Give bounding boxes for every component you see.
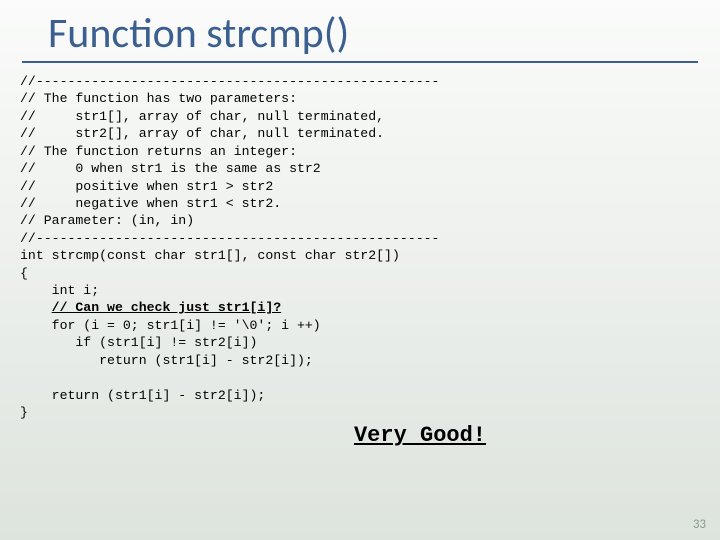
very-good-label: Very Good! [140,423,700,448]
code-part-2: for (i = 0; str1[i] != '\0'; i ++) if (s… [20,318,321,420]
code-block: //--------------------------------------… [20,73,700,421]
page-number: 33 [693,517,706,532]
slide-title: Function strcmp() [48,8,700,59]
code-underline-line: // Can we check just str1[i]? [52,300,282,315]
title-underline [22,61,698,63]
code-underline-prefix [20,300,52,315]
code-part-1: //--------------------------------------… [20,74,439,298]
slide: Function strcmp() //--------------------… [0,0,720,540]
